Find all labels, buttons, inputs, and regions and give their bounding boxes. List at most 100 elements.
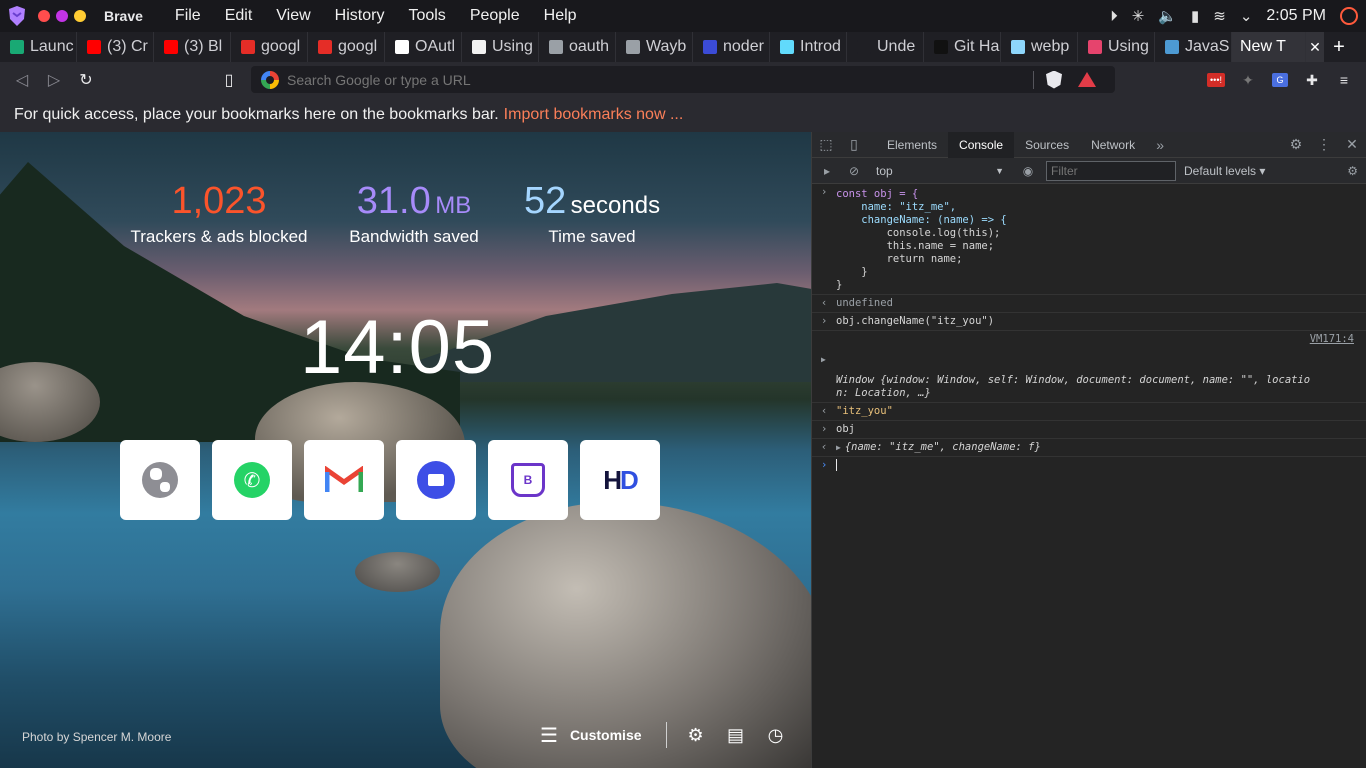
bookmark-icon[interactable]: ▯ — [213, 62, 245, 98]
eye-icon[interactable]: ◉ — [1010, 164, 1046, 178]
menu-edit[interactable]: Edit — [213, 7, 265, 25]
menu-tools[interactable]: Tools — [396, 7, 457, 25]
code-line: console.log(this); — [836, 227, 1001, 239]
brave-lion-icon[interactable] — [2, 0, 32, 32]
sidebar-toggle-icon[interactable]: ▸ — [812, 164, 842, 178]
context-selector[interactable]: top ▼ — [870, 161, 1010, 181]
code-line: this.name = name; — [836, 240, 995, 252]
extension-lastpass-icon[interactable]: •••! — [1206, 62, 1226, 98]
top-site-tile[interactable]: B — [488, 440, 568, 520]
top-site-tile[interactable] — [396, 440, 476, 520]
media-play-icon[interactable]: ⏵ — [1110, 8, 1118, 25]
tab-console[interactable]: Console — [948, 131, 1015, 158]
console-output[interactable]: › const obj = { name: "itz_me", changeNam… — [812, 184, 1366, 477]
tab[interactable]: JavaS — [1155, 32, 1232, 62]
stat-time-unit: seconds — [570, 192, 661, 219]
system-clock[interactable]: 2:05 PM — [1266, 7, 1326, 25]
bank-icon: B — [511, 463, 545, 497]
battery-icon[interactable]: ▮ — [1191, 7, 1199, 25]
history-icon[interactable]: ◷ — [765, 724, 787, 746]
hd-icon: HD — [603, 464, 639, 495]
stat-bandwidth-label: Bandwidth saved — [349, 227, 479, 246]
tab[interactable]: oauth — [539, 32, 616, 62]
tab[interactable]: googl — [231, 32, 308, 62]
chevron-down-icon[interactable]: ⌄ — [1240, 7, 1253, 25]
back-button[interactable]: ◁ — [6, 62, 38, 98]
extensions-puzzle-icon[interactable]: ✚ — [1302, 62, 1322, 98]
expand-triangle-icon[interactable]: ▶ — [836, 443, 841, 452]
kebab-menu-icon[interactable]: ⋮ — [1310, 132, 1338, 158]
tab[interactable]: OAutl — [385, 32, 462, 62]
tab[interactable]: noder — [693, 32, 770, 62]
extension-icon[interactable]: ✦ — [1238, 62, 1258, 98]
console-filter-input[interactable] — [1046, 160, 1176, 181]
tab[interactable]: Using — [1078, 32, 1155, 62]
minimize-window-button[interactable] — [56, 10, 68, 22]
menu-people[interactable]: People — [458, 7, 532, 25]
customise-button[interactable]: Customise — [570, 727, 642, 743]
volume-icon[interactable]: 🔈 — [1158, 7, 1177, 25]
tab[interactable]: Wayb — [616, 32, 693, 62]
top-site-tile[interactable] — [304, 440, 384, 520]
bookmarks-icon[interactable]: ▤ — [725, 724, 747, 746]
tab[interactable]: Unde — [847, 32, 924, 62]
tab[interactable]: (3) Bl — [154, 32, 231, 62]
reload-button[interactable]: ↻ — [70, 62, 102, 98]
log-object-line[interactable]: n: Location, …} — [836, 387, 931, 399]
power-icon[interactable] — [1340, 7, 1358, 25]
photo-credit-name[interactable]: Spencer M. Moore — [73, 730, 172, 744]
tab[interactable]: Using — [462, 32, 539, 62]
tab[interactable]: googl — [308, 32, 385, 62]
import-bookmarks-link[interactable]: Import bookmarks now ... — [504, 106, 684, 124]
tab-elements[interactable]: Elements — [876, 132, 948, 158]
omnibox-input[interactable] — [287, 71, 1027, 88]
translate-icon[interactable]: G — [1270, 62, 1290, 98]
device-toolbar-icon[interactable]: ▯ — [840, 132, 868, 158]
log-object-line[interactable]: Window {window: Window, self: Window, do… — [836, 374, 1310, 386]
top-site-tile[interactable]: ✆ — [212, 440, 292, 520]
settings-gear-icon[interactable]: ⚙ — [685, 724, 707, 746]
tab[interactable]: webp — [1001, 32, 1078, 62]
tab-close-icon[interactable]: ✕ — [1306, 32, 1324, 62]
close-window-button[interactable] — [38, 10, 50, 22]
address-bar[interactable] — [251, 66, 1115, 93]
tab[interactable]: Launc — [0, 32, 77, 62]
slack-icon[interactable]: ✳ — [1132, 7, 1145, 25]
forward-button[interactable]: ▷ — [38, 62, 70, 98]
tab-new-tab[interactable]: New T — [1232, 32, 1306, 62]
close-icon[interactable]: ✕ — [1338, 132, 1366, 158]
console-settings-icon[interactable]: ⚙ — [1347, 164, 1358, 178]
top-site-tile[interactable]: HD — [580, 440, 660, 520]
log-levels-dropdown[interactable]: Default levels ▾ — [1184, 164, 1265, 178]
tab-network[interactable]: Network — [1080, 132, 1146, 158]
menu-history[interactable]: History — [323, 7, 397, 25]
clear-console-icon[interactable]: ⊘ — [842, 164, 866, 178]
menu-view[interactable]: View — [264, 7, 322, 25]
more-tabs-icon[interactable]: » — [1146, 132, 1174, 158]
sliders-icon[interactable]: ☰ — [540, 723, 558, 748]
inspect-element-icon[interactable]: ⬚ — [812, 132, 840, 158]
settings-gear-icon[interactable]: ⚙ — [1282, 132, 1310, 158]
tab-strip: Launc (3) Cr (3) Bl googl googl OAutl Using oau… — [0, 32, 1366, 62]
tab-sources[interactable]: Sources — [1014, 132, 1080, 158]
brave-rewards-icon[interactable] — [1078, 72, 1096, 87]
menu-help[interactable]: Help — [532, 7, 589, 25]
tab[interactable]: (3) Cr — [77, 32, 154, 62]
console-prompt[interactable]: › — [812, 457, 1366, 477]
expand-triangle-icon[interactable]: ▶ — [821, 353, 826, 366]
main-menu-icon[interactable]: ≡ — [1334, 62, 1354, 98]
tab-label: JavaS — [1185, 38, 1230, 55]
top-site-tile[interactable] — [120, 440, 200, 520]
code-line: return name; — [836, 253, 963, 265]
result-value[interactable]: {name: "itz_me", changeName: f} — [845, 441, 1041, 453]
tab-favicon-icon — [549, 40, 563, 54]
new-tab-button[interactable]: + — [1324, 36, 1354, 59]
brave-shields-icon[interactable] — [1046, 70, 1062, 89]
menu-file[interactable]: File — [163, 7, 213, 25]
wifi-icon[interactable]: ≋ — [1213, 7, 1226, 25]
source-link[interactable]: VM171:4 — [1310, 333, 1354, 346]
tab-favicon-icon — [626, 40, 640, 54]
maximize-window-button[interactable] — [74, 10, 86, 22]
tab[interactable]: Introd — [770, 32, 847, 62]
tab[interactable]: Git Ha — [924, 32, 1001, 62]
